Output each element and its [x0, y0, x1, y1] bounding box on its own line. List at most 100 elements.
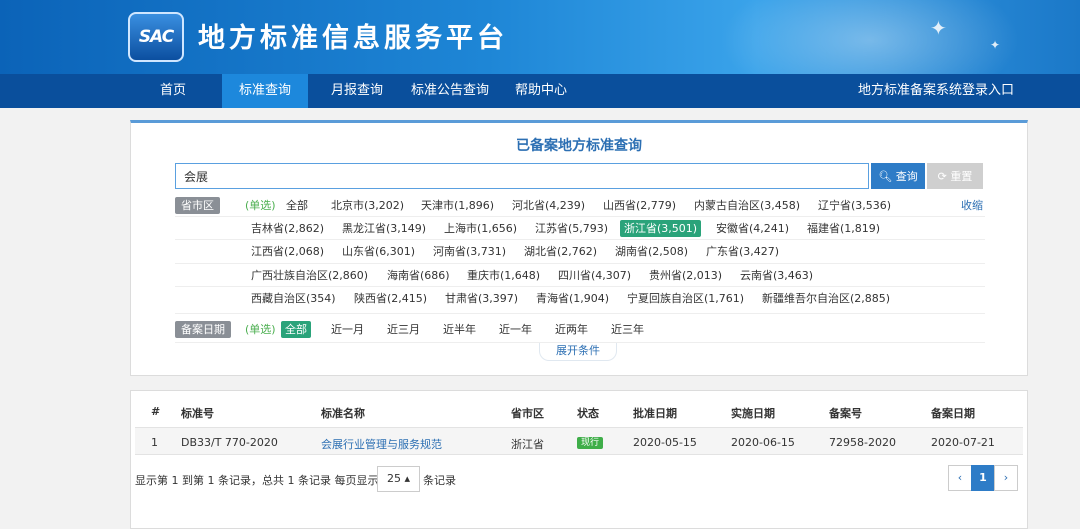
col-header-approve-date: 批准日期 — [633, 407, 677, 420]
current-page-button[interactable]: 1 — [971, 465, 995, 491]
search-input[interactable] — [175, 163, 869, 189]
query-label: 查询 — [895, 170, 918, 183]
region-option[interactable]: 贵州省(2,013) — [649, 267, 722, 284]
date-option[interactable]: 近三年 — [611, 321, 644, 338]
region-option[interactable]: 山西省(2,779) — [603, 197, 676, 214]
date-option[interactable]: 近半年 — [443, 321, 476, 338]
region-option[interactable]: 辽宁省(3,536) — [818, 197, 891, 214]
region-option[interactable]: 四川省(4,307) — [558, 267, 631, 284]
region-option[interactable]: 新疆维吾尔自治区(2,885) — [762, 290, 890, 307]
nav-help-center[interactable]: 帮助中心 — [508, 74, 574, 108]
banner-glow — [720, 0, 1020, 74]
reset-button[interactable]: ⟳ 重置 — [927, 163, 983, 189]
date-option[interactable]: 近一月 — [331, 321, 364, 338]
header-banner: ✦ ✦ SAC 地方标准信息服务平台 — [0, 0, 1080, 74]
results-panel: # 标准号 标准名称 省市区 状态 批准日期 实施日期 备案号 备案日期 1 D… — [130, 390, 1028, 529]
collapse-link[interactable]: 收缩 — [961, 197, 983, 214]
status-badge-wrap: 现行 — [577, 435, 604, 449]
region-single-hint: (单选) — [245, 199, 276, 212]
nav-standard-query[interactable]: 标准查询 — [222, 74, 308, 108]
query-button[interactable]: 🔍︎ 查询 — [871, 163, 925, 189]
search-panel: 已备案地方标准查询 🔍︎ 查询 ⟳ 重置 省市区 (单选) 收缩 全部 北京市(… — [130, 120, 1028, 376]
col-header-record-date: 备案日期 — [931, 407, 975, 420]
region-option[interactable]: 重庆市(1,648) — [467, 267, 540, 284]
nav-monthly-report[interactable]: 月报查询 — [322, 74, 392, 108]
main-nav: 首页 标准查询 月报查询 标准公告查询 帮助中心 地方标准备案系统登录入口 — [0, 74, 1080, 108]
region-option[interactable]: 河北省(4,239) — [512, 197, 585, 214]
nav-home[interactable]: 首页 — [146, 74, 200, 108]
site-title: 地方标准信息服务平台 — [198, 23, 508, 54]
region-option[interactable]: 湖南省(2,508) — [615, 243, 688, 260]
region-option-selected[interactable]: 浙江省(3,501) — [620, 220, 702, 237]
region-option[interactable]: 上海市(1,656) — [444, 220, 517, 237]
refresh-icon: ⟳ — [937, 170, 947, 183]
panel-title: 已备案地方标准查询 — [516, 138, 642, 154]
region-option[interactable]: 安徽省(4,241) — [716, 220, 789, 237]
pagination-summary-tail: 条记录 — [423, 474, 456, 487]
region-option[interactable]: 海南省(686) — [387, 267, 450, 284]
region-option[interactable]: 内蒙古自治区(3,458) — [694, 197, 800, 214]
region-option[interactable]: 湖北省(2,762) — [524, 243, 597, 260]
cell-index: 1 — [151, 436, 158, 449]
prev-page-button[interactable]: ‹ — [948, 465, 972, 491]
page-size-select[interactable]: 25 ▴ — [377, 466, 420, 492]
divider — [175, 216, 985, 217]
cell-record-date: 2020-07-21 — [931, 436, 995, 449]
region-option[interactable]: 宁夏回族自治区(1,761) — [627, 290, 744, 307]
region-filter-label: 省市区 — [175, 197, 220, 214]
nav-login-link[interactable]: 地方标准备案系统登录入口 — [858, 74, 1014, 108]
col-header-status: 状态 — [577, 407, 599, 420]
divider — [175, 239, 985, 240]
date-option[interactable]: 近一年 — [499, 321, 532, 338]
reset-label: 重置 — [950, 170, 973, 183]
pager: ‹ 1 › — [948, 465, 1018, 491]
cell-implement-date: 2020-06-15 — [731, 436, 795, 449]
sparkle-icon: ✦ — [990, 38, 1001, 52]
region-option[interactable]: 江西省(2,068) — [251, 243, 324, 260]
region-option[interactable]: 江苏省(5,793) — [535, 220, 608, 237]
col-header-record-no: 备案号 — [829, 407, 862, 420]
col-header-implement-date: 实施日期 — [731, 407, 775, 420]
region-option[interactable]: 云南省(3,463) — [740, 267, 813, 284]
col-header-code: 标准号 — [181, 407, 214, 420]
col-header-index: # — [151, 405, 161, 418]
search-icon: 🔍︎ — [878, 170, 893, 183]
region-option[interactable]: 吉林省(2,862) — [251, 220, 324, 237]
region-option[interactable]: 福建省(1,819) — [807, 220, 880, 237]
region-option[interactable]: 甘肃省(3,397) — [445, 290, 518, 307]
status-badge: 现行 — [577, 437, 604, 449]
region-option[interactable]: 广东省(3,427) — [706, 243, 779, 260]
cell-approve-date: 2020-05-15 — [633, 436, 697, 449]
region-option[interactable]: 青海省(1,904) — [536, 290, 609, 307]
date-filter-label: 备案日期 — [175, 321, 231, 338]
date-single-hint: (单选) — [245, 323, 276, 336]
region-option[interactable]: 天津市(1,896) — [421, 197, 494, 214]
date-option-selected[interactable]: 全部 — [281, 321, 311, 338]
cell-record-no: 72958-2020 — [829, 436, 896, 449]
col-header-region: 省市区 — [511, 407, 544, 420]
nav-announcement-query[interactable]: 标准公告查询 — [404, 74, 496, 108]
next-page-button[interactable]: › — [994, 465, 1018, 491]
cell-name-link[interactable]: 会展行业管理与服务规范 — [321, 436, 442, 452]
region-option[interactable]: 山东省(6,301) — [342, 243, 415, 260]
site-logo[interactable]: SAC — [128, 12, 184, 62]
region-option[interactable]: 西藏自治区(354) — [251, 290, 336, 307]
pagination-summary: 显示第 1 到第 1 条记录，总共 1 条记录 每页显示 — [135, 474, 379, 487]
date-option[interactable]: 近两年 — [555, 321, 588, 338]
region-option[interactable]: 陕西省(2,415) — [354, 290, 427, 307]
divider — [175, 313, 985, 314]
logo-text: SAC — [138, 27, 174, 47]
region-option[interactable]: 全部 — [286, 197, 308, 214]
date-option[interactable]: 近三月 — [387, 321, 420, 338]
region-option[interactable]: 河南省(3,731) — [433, 243, 506, 260]
cell-region: 浙江省 — [511, 438, 544, 451]
col-header-name: 标准名称 — [321, 407, 365, 420]
region-option[interactable]: 黑龙江省(3,149) — [342, 220, 426, 237]
expand-conditions-toggle[interactable]: 展开条件 — [539, 343, 617, 361]
divider — [175, 286, 985, 287]
divider — [175, 263, 985, 264]
cell-code: DB33/T 770-2020 — [181, 436, 278, 449]
region-option[interactable]: 北京市(3,202) — [331, 197, 404, 214]
sparkle-icon: ✦ — [930, 16, 947, 40]
region-option[interactable]: 广西壮族自治区(2,860) — [251, 267, 368, 284]
